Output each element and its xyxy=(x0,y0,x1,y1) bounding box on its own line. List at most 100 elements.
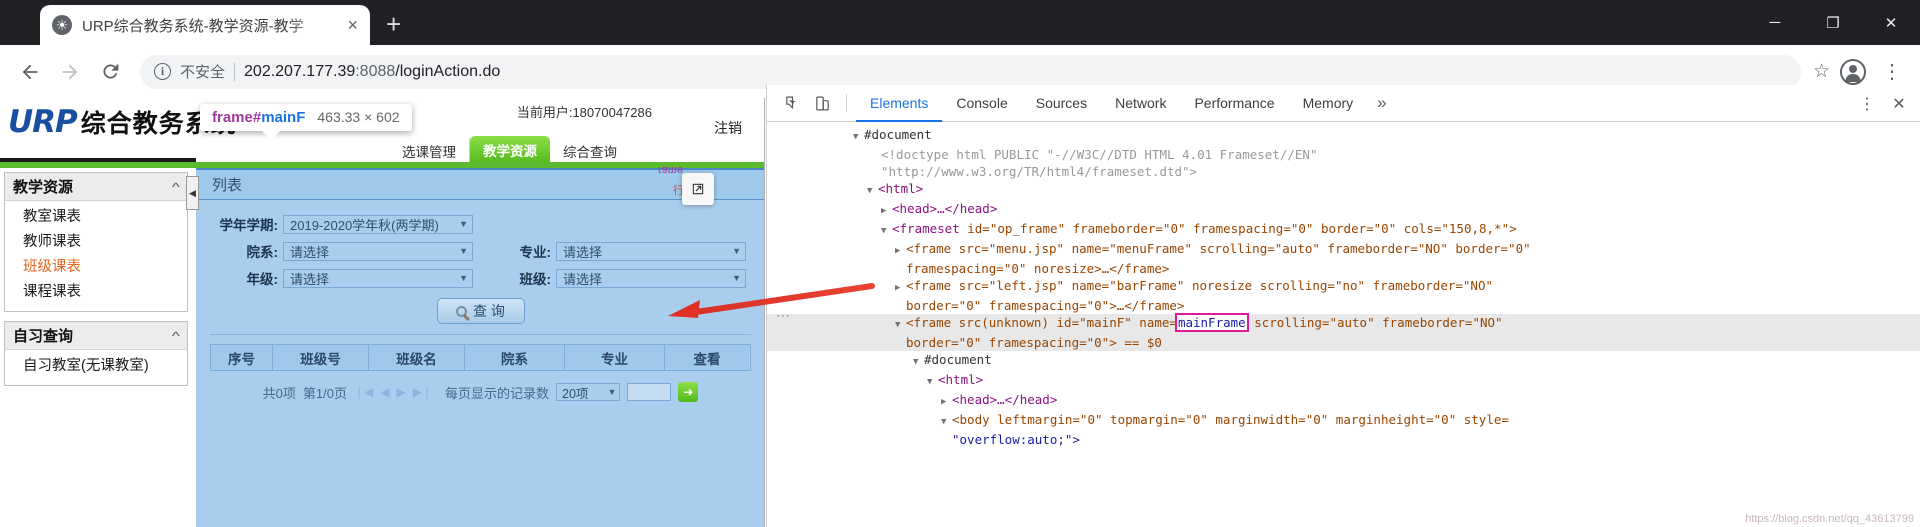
sidebar-item-classroom-schedule[interactable]: 教室课表 xyxy=(5,205,187,230)
chevron-up-icon[interactable]: ^ xyxy=(172,180,180,194)
dom-row-ellipsis-menu[interactable]: ⋯ xyxy=(776,307,791,324)
nav-item-0[interactable]: 选课管理 xyxy=(389,138,470,164)
last-page-icon[interactable]: ▶❘ xyxy=(413,385,432,399)
dom-line-frameset[interactable]: ▼ <frameset id="op_frame" frameborder="0"… xyxy=(767,220,1920,240)
dom-line-sub-html[interactable]: ▼ <html> xyxy=(767,371,1920,391)
dom-line-document[interactable]: ▼ #document xyxy=(767,126,1920,146)
browser-menu-icon[interactable]: ⋮ xyxy=(1876,62,1908,82)
sidebar-panel-body-2: 自习教室(无课教室) xyxy=(5,350,187,385)
url-path: /loginAction.do xyxy=(395,62,501,80)
label-dept: 院系: xyxy=(246,245,279,260)
devtools-panel: Elements Console Sources Network Perform… xyxy=(766,85,1920,527)
sidebar-item-self-study-room[interactable]: 自习教室(无课教室) xyxy=(5,354,187,379)
dom-line-head[interactable]: ▶ <head>…</head> xyxy=(767,200,1920,220)
dom-frame-menu-2: framespacing="0" noresize>…</frame> xyxy=(906,261,1170,276)
chevron-up-icon-2[interactable]: ^ xyxy=(172,329,180,343)
bookmark-star-icon[interactable]: ☆ xyxy=(1813,60,1830,83)
popout-icon[interactable] xyxy=(682,173,714,205)
dom-frame-main-3: border="0" framespacing="0"> == $0 xyxy=(906,335,1162,350)
tab-console[interactable]: Console xyxy=(942,85,1021,122)
dom-line-subdocument[interactable]: ▼ #document xyxy=(767,351,1920,371)
pagination: 共0项 第1/0页 ❘◀ ◀ ▶ ▶❘ 每页显示的记录数 20项 ▼ ➜ xyxy=(196,382,764,402)
devtools-settings-icon[interactable]: ⋮ xyxy=(1852,90,1882,118)
logout-link[interactable]: 注销 xyxy=(714,118,742,138)
url-host: 202.207.177.39 xyxy=(244,62,356,80)
select-major[interactable]: 请选择 ▼ xyxy=(556,241,746,261)
query-button-label: 查 询 xyxy=(473,303,505,319)
search-icon xyxy=(456,305,468,317)
sidebar-panel-header-2[interactable]: 自习查询 ^ xyxy=(5,322,187,351)
dom-line-frame-left-cont: border="0" framespacing="0">…</frame> xyxy=(767,297,1920,314)
query-form: 学年学期: 2019-2020学年秋(两学期) ▼ 院系: 请选择 ▼ 专业: … xyxy=(196,200,764,335)
nav-item-2[interactable]: 综合查询 xyxy=(550,138,630,164)
select-term[interactable]: 2019-2020学年秋(两学期) ▼ xyxy=(283,214,473,234)
tab-network[interactable]: Network xyxy=(1101,85,1180,122)
next-page-icon[interactable]: ▶ xyxy=(396,385,405,399)
result-table: 序号 班级号 班级名 院系 专业 查看 xyxy=(210,344,751,371)
pager-total: 共0项 xyxy=(262,385,296,401)
frame-splitter-handle[interactable]: ◀ xyxy=(186,176,199,210)
chevron-down-icon: ▼ xyxy=(732,273,741,283)
minimize-button[interactable]: ─ xyxy=(1746,0,1804,45)
select-grade-value: 请选择 xyxy=(290,271,330,287)
profile-avatar-icon[interactable] xyxy=(1840,58,1866,85)
sidebar-item-teacher-schedule[interactable]: 教师课表 xyxy=(5,230,187,255)
dom-tree: ▼ #document <!doctype html PUBLIC "-//W3C… xyxy=(767,122,1920,527)
current-user-label: 当前用户:18070047286 xyxy=(516,105,652,120)
per-page-select[interactable]: 20项 ▼ xyxy=(556,383,621,401)
overflow-tabs-icon[interactable]: » xyxy=(1367,93,1396,113)
security-label: 不安全 xyxy=(180,64,226,81)
back-icon[interactable] xyxy=(12,54,48,90)
nav-item-1[interactable]: 教学资源 xyxy=(470,136,550,164)
form-row-grade-class: 年级: 请选择 ▼ 班级: 请选择 ▼ xyxy=(196,268,764,288)
maximize-button[interactable]: ❐ xyxy=(1804,0,1862,45)
sidebar-item-class-schedule[interactable]: 班级课表 xyxy=(5,255,187,280)
dom-doctype-1: <!doctype html PUBLIC "-//W3C//DTD HTML … xyxy=(881,147,1318,162)
page-jump-input[interactable] xyxy=(627,383,672,401)
dom-line-frame-main[interactable]: ▼ <frame src(unknown) id="mainF" name=mai… xyxy=(767,313,1920,334)
browser-tab[interactable]: ☀ URP综合教务系统-教学资源-教学 × xyxy=(40,5,370,45)
tab-memory[interactable]: Memory xyxy=(1289,85,1368,122)
go-button[interactable]: ➜ xyxy=(678,382,699,402)
first-page-icon[interactable]: ❘◀ xyxy=(354,385,373,399)
select-grade[interactable]: 请选择 ▼ xyxy=(283,268,473,288)
close-icon[interactable]: × xyxy=(347,16,358,34)
url-port: :8088 xyxy=(355,62,396,80)
dom-doctype-2: "http://www.w3.org/TR/html4/frameset.dtd… xyxy=(881,164,1198,179)
inspect-element-icon[interactable] xyxy=(777,89,807,117)
dom-line-sub-body[interactable]: ▼ <body leftmargin="0" topmargin="0" marg… xyxy=(767,411,1920,431)
prev-page-icon[interactable]: ◀ xyxy=(380,385,389,399)
devtools-actions: ⋮ ✕ xyxy=(1852,85,1914,122)
dom-frameset-tag: <frameset xyxy=(892,221,960,236)
select-class[interactable]: 请选择 ▼ xyxy=(556,268,746,288)
select-major-value: 请选择 xyxy=(563,244,603,260)
tooltip-tag: frame#mainF xyxy=(212,109,305,126)
query-button[interactable]: 查 询 xyxy=(436,298,525,324)
dom-line-doctype: <!doctype html PUBLIC "-//W3C//DTD HTML … xyxy=(767,146,1920,163)
tab-sources[interactable]: Sources xyxy=(1022,85,1101,122)
table-header-1: 班级号 xyxy=(273,345,369,370)
sidebar-item-course-schedule[interactable]: 课程课表 xyxy=(5,280,187,305)
dom-line-frame-menu[interactable]: ▶ <frame src="menu.jsp" name="menuFrame" … xyxy=(767,240,1920,260)
device-toolbar-icon[interactable] xyxy=(807,89,837,117)
dom-line-html[interactable]: ▼ <html> xyxy=(767,180,1920,200)
dom-subdocument-label: #document xyxy=(924,352,992,367)
devtools-close-icon[interactable]: ✕ xyxy=(1884,90,1914,118)
tooltip-dimensions: 463.33 × 602 xyxy=(317,109,400,125)
reload-icon[interactable] xyxy=(92,54,128,90)
window-close-button[interactable]: ✕ xyxy=(1862,0,1920,45)
sidebar-panel-title: 教学资源 xyxy=(13,179,74,196)
new-tab-button[interactable]: + xyxy=(386,11,401,37)
dom-line-frame-left[interactable]: ▶ <frame src="left.jsp" name="barFrame" n… xyxy=(767,277,1920,297)
info-icon[interactable]: i xyxy=(154,63,171,80)
sidebar-panel-header[interactable]: 教学资源 ^ xyxy=(5,173,187,201)
forward-icon[interactable] xyxy=(52,54,88,90)
address-bar[interactable]: i 不安全 202.207.177.39:8088/loginAction.do xyxy=(140,54,1801,89)
tab-elements[interactable]: Elements xyxy=(856,85,942,122)
sidebar-panel-title-2: 自习查询 xyxy=(13,328,74,346)
dom-line-sub-head[interactable]: ▶ <head>…</head> xyxy=(767,391,1920,411)
dom-sub-body-2: "overflow:auto;"> xyxy=(952,432,1080,447)
browser-titlebar: ☀ URP综合教务系统-教学资源-教学 × + ─ ❐ ✕ xyxy=(0,0,1920,45)
select-dept[interactable]: 请选择 ▼ xyxy=(283,241,473,261)
tab-performance[interactable]: Performance xyxy=(1180,85,1288,122)
